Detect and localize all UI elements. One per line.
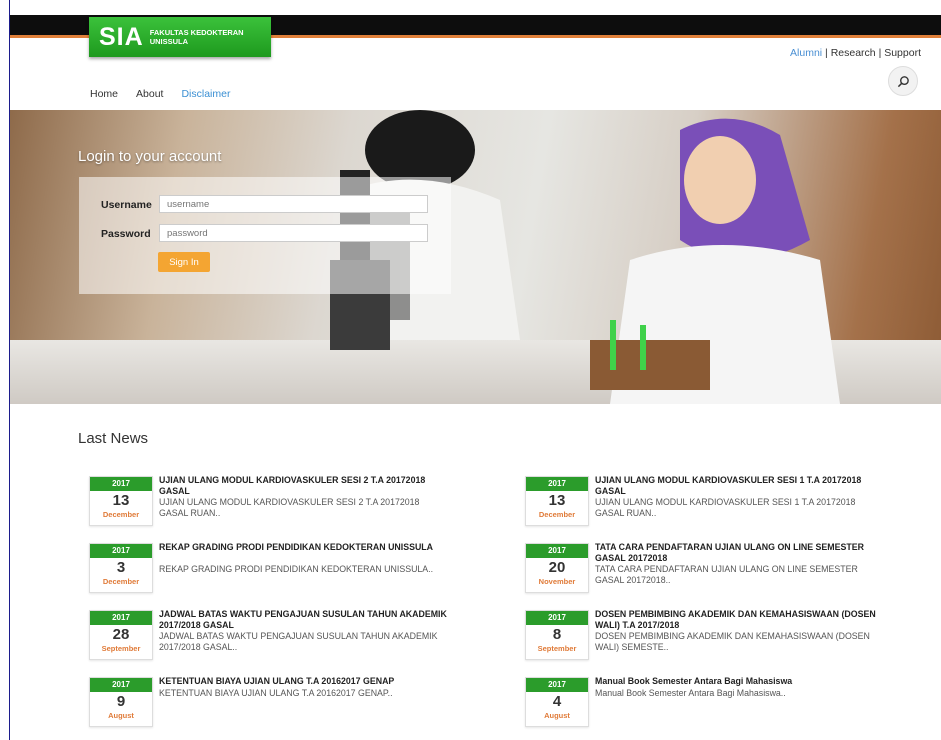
news-date-badge: 2017 8 September: [525, 610, 589, 660]
news-day: 9: [116, 693, 126, 710]
login-title: Login to your account: [78, 148, 222, 165]
news-month: August: [108, 711, 134, 720]
news-item[interactable]: 2017 9 August KETENTUAN BIAYA UJIAN ULAN…: [89, 676, 449, 735]
news-day: 20: [548, 559, 566, 576]
news-item[interactable]: 2017 13 December UJIAN ULANG MODUL KARDI…: [89, 475, 449, 534]
news-year: 2017: [526, 477, 588, 491]
top-link-separator: |: [875, 47, 885, 59]
news-month: December: [538, 510, 576, 519]
news-date-badge: 2017 28 September: [89, 610, 153, 660]
research-link[interactable]: Research: [831, 47, 876, 59]
news-date-badge: 2017 13 December: [89, 476, 153, 526]
hero-student-testtube-image: [590, 118, 840, 404]
news-year: 2017: [526, 678, 588, 692]
news-title[interactable]: KETENTUAN BIAYA UJIAN ULANG T.A 20162017…: [159, 676, 449, 687]
news-date-badge: 2017 20 November: [525, 543, 589, 593]
news-day: 13: [112, 492, 130, 509]
news-year: 2017: [526, 611, 588, 625]
news-year: 2017: [90, 611, 152, 625]
logo-main-text: SIA: [99, 22, 144, 51]
news-item[interactable]: 2017 3 December REKAP GRADING PRODI PEND…: [89, 542, 449, 601]
news-title[interactable]: UJIAN ULANG MODUL KARDIOVASKULER SESI 2 …: [159, 475, 449, 496]
news-excerpt: JADWAL BATAS WAKTU PENGAJUAN SUSULAN TAH…: [159, 631, 438, 652]
main-nav: Home About Disclaimer: [90, 88, 230, 100]
login-form: Username Password: [79, 177, 451, 294]
username-label: Username: [101, 199, 152, 211]
news-date-badge: 2017 3 December: [89, 543, 153, 593]
search-button[interactable]: [888, 66, 918, 96]
news-item[interactable]: 2017 4 August Manual Book Semester Antar…: [525, 676, 885, 735]
top-links: Alumni | Research | Support: [790, 47, 921, 59]
news-title[interactable]: Manual Book Semester Antara Bagi Mahasis…: [595, 676, 885, 687]
search-icon: [897, 75, 909, 87]
password-label: Password: [101, 228, 151, 240]
news-date-badge: 2017 9 August: [89, 677, 153, 727]
sign-in-button[interactable]: Sign In: [158, 252, 210, 272]
news-excerpt: Manual Book Semester Antara Bagi Mahasis…: [595, 688, 786, 698]
news-day: 28: [112, 626, 130, 643]
window-left-border: [0, 0, 10, 740]
news-excerpt: UJIAN ULANG MODUL KARDIOVASKULER SESI 1 …: [595, 497, 856, 518]
logo-sub-line1: FAKULTAS KEDOKTERAN: [149, 28, 244, 37]
username-input[interactable]: [159, 195, 428, 213]
alumni-link[interactable]: Alumni: [790, 47, 822, 59]
news-title[interactable]: JADWAL BATAS WAKTU PENGAJUAN SUSULAN TAH…: [159, 609, 449, 630]
site-logo[interactable]: SIA FAKULTAS KEDOKTERAN UNISSULA: [89, 17, 271, 57]
news-month: August: [544, 711, 570, 720]
news-title[interactable]: DOSEN PEMBIMBING AKADEMIK DAN KEMAHASISW…: [595, 609, 885, 630]
logo-subtitle: FAKULTAS KEDOKTERAN UNISSULA: [150, 28, 244, 46]
news-year: 2017: [90, 678, 152, 692]
news-month: December: [102, 510, 140, 519]
nav-disclaimer[interactable]: Disclaimer: [181, 88, 230, 100]
nav-about[interactable]: About: [136, 88, 163, 100]
news-day: 4: [552, 693, 562, 710]
news-excerpt: REKAP GRADING PRODI PENDIDIKAN KEDOKTERA…: [159, 564, 434, 574]
news-excerpt: KETENTUAN BIAYA UJIAN ULANG T.A 20162017…: [159, 688, 393, 698]
news-day: 3: [116, 559, 126, 576]
news-excerpt: DOSEN PEMBIMBING AKADEMIK DAN KEMAHASISW…: [595, 631, 870, 652]
password-input[interactable]: [159, 224, 428, 242]
last-news-title: Last News: [78, 430, 149, 447]
news-item[interactable]: 2017 8 September DOSEN PEMBIMBING AKADEM…: [525, 609, 885, 668]
news-title[interactable]: TATA CARA PENDAFTARAN UJIAN ULANG ON LIN…: [595, 542, 885, 563]
news-item[interactable]: 2017 20 November TATA CARA PENDAFTARAN U…: [525, 542, 885, 601]
nav-home[interactable]: Home: [90, 88, 118, 100]
news-title[interactable]: REKAP GRADING PRODI PENDIDIKAN KEDOKTERA…: [159, 542, 449, 553]
news-month: September: [537, 644, 577, 653]
logo-sub-line2: UNISSULA: [149, 37, 189, 46]
news-excerpt: TATA CARA PENDAFTARAN UJIAN ULANG ON LIN…: [595, 564, 858, 585]
news-day: 13: [548, 492, 566, 509]
news-year: 2017: [90, 544, 152, 558]
news-year: 2017: [526, 544, 588, 558]
news-title[interactable]: UJIAN ULANG MODUL KARDIOVASKULER SESI 1 …: [595, 475, 885, 496]
news-excerpt: UJIAN ULANG MODUL KARDIOVASKULER SESI 2 …: [159, 497, 420, 518]
news-year: 2017: [90, 477, 152, 491]
news-date-badge: 2017 4 August: [525, 677, 589, 727]
news-day: 8: [552, 626, 562, 643]
news-item[interactable]: 2017 13 December UJIAN ULANG MODUL KARDI…: [525, 475, 885, 534]
news-date-badge: 2017 13 December: [525, 476, 589, 526]
news-item[interactable]: 2017 28 September JADWAL BATAS WAKTU PEN…: [89, 609, 449, 668]
news-month: December: [102, 577, 140, 586]
news-month: November: [538, 577, 576, 586]
news-month: September: [101, 644, 141, 653]
support-link[interactable]: Support: [884, 47, 921, 59]
top-link-separator: |: [822, 47, 831, 59]
